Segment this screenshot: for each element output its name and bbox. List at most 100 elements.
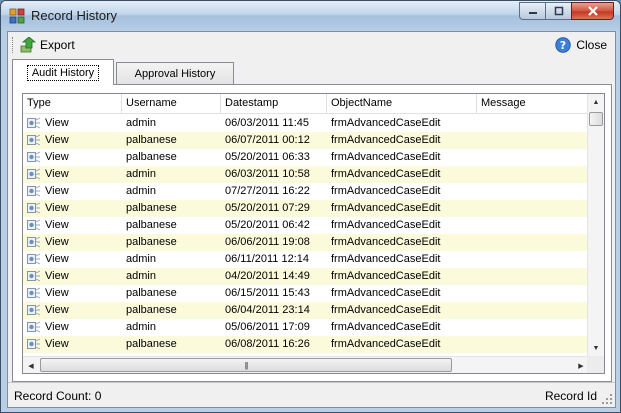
tab-approval-history[interactable]: Approval History [116, 62, 234, 84]
close-x-icon [587, 6, 598, 16]
cell-type: View [27, 185, 69, 197]
svg-text:?: ? [560, 39, 566, 52]
view-eye-icon [27, 219, 41, 231]
scroll-up-arrow-icon[interactable]: ▲ [588, 94, 604, 111]
table-row[interactable]: View palbanese 06/07/2011 00:12 frmAdvanced… [23, 132, 589, 149]
tab-audit-history[interactable]: Audit History [12, 59, 114, 85]
table-row[interactable]: View admin 07/27/2011 16:22 frmAdvancedCase… [23, 183, 589, 200]
grid-header: Type Username Datestamp ObjectName Messa… [23, 94, 589, 114]
cell-objectname: frmAdvancedCaseEdit [331, 151, 441, 163]
table-row[interactable]: View admin 05/06/2011 17:09 frmAdvancedCase… [23, 319, 589, 336]
column-header-username[interactable]: Username [122, 94, 221, 114]
cell-datestamp: 05/06/2011 17:09 [225, 321, 310, 333]
export-arrow-icon [20, 37, 36, 53]
cell-type: View [27, 117, 69, 129]
record-count: Record Count: 0 [14, 389, 102, 403]
cell-datestamp: 06/08/2011 16:26 [225, 338, 310, 350]
view-eye-icon [27, 202, 41, 214]
cell-type-text: View [45, 151, 69, 163]
table-row[interactable]: View admin 06/11/2011 12:14 frmAdvancedCase… [23, 251, 589, 268]
maximize-icon [554, 6, 563, 16]
table-row[interactable]: View palbanese 05/20/2011 06:33 frmAdvanced… [23, 149, 589, 166]
cell-datestamp: 06/07/2011 00:12 [225, 134, 310, 146]
table-row[interactable]: View palbanese 06/15/2011 15:43 frmAdvanced… [23, 285, 589, 302]
audit-grid: Type Username Datestamp ObjectName Messa… [22, 93, 605, 374]
table-row[interactable]: View admin 04/20/2011 14:49 frmAdvancedCase… [23, 268, 589, 285]
view-eye-icon [27, 185, 41, 197]
cell-type: View [27, 304, 69, 316]
cell-objectname: frmAdvancedCaseEdit [331, 236, 441, 248]
cell-datestamp: 06/04/2011 23:14 [225, 304, 310, 316]
cell-username: admin [126, 168, 156, 180]
cell-username: palbanese [126, 202, 177, 214]
cell-type: View [27, 134, 69, 146]
status-bar: Record Count: 0 Record Id [8, 382, 615, 407]
cell-objectname: frmAdvancedCaseEdit [331, 338, 441, 350]
view-eye-icon [27, 287, 41, 299]
vertical-scrollbar[interactable]: ▲ ▼ [587, 94, 604, 357]
audit-history-panel: Type Username Datestamp ObjectName Messa… [12, 84, 612, 382]
column-header-datestamp[interactable]: Datestamp [221, 94, 327, 114]
cell-username: admin [126, 270, 156, 282]
cell-type-text: View [45, 270, 69, 282]
cell-objectname: frmAdvancedCaseEdit [331, 134, 441, 146]
cell-username: palbanese [126, 134, 177, 146]
minimize-icon [528, 12, 537, 14]
scroll-left-arrow-icon[interactable]: ◀ [23, 357, 39, 373]
column-header-type[interactable]: Type [23, 94, 122, 114]
column-header-message[interactable]: Message [477, 94, 589, 114]
cell-type: View [27, 236, 69, 248]
cell-type-text: View [45, 202, 69, 214]
tab-strip: Audit History Approval History [12, 59, 612, 85]
cell-datestamp: 04/20/2011 14:49 [225, 270, 310, 282]
export-button[interactable]: Export [20, 35, 75, 55]
cell-datestamp: 05/20/2011 06:33 [225, 151, 310, 163]
cell-objectname: frmAdvancedCaseEdit [331, 202, 441, 214]
close-window-button[interactable] [571, 2, 614, 20]
cell-objectname: frmAdvancedCaseEdit [331, 270, 441, 282]
cell-objectname: frmAdvancedCaseEdit [331, 253, 441, 265]
cell-objectname: frmAdvancedCaseEdit [331, 185, 441, 197]
title-bar[interactable]: Record History [1, 1, 620, 31]
view-eye-icon [27, 236, 41, 248]
vertical-scroll-thumb[interactable] [589, 112, 603, 126]
horizontal-scroll-thumb[interactable]: ||| [40, 358, 452, 372]
table-row[interactable]: View admin 06/03/2011 10:58 frmAdvancedCase… [23, 166, 589, 183]
cell-username: palbanese [126, 287, 177, 299]
table-row[interactable]: View palbanese 05/20/2011 07:29 frmAdvanced… [23, 200, 589, 217]
view-eye-icon [27, 338, 41, 350]
cell-username: palbanese [126, 338, 177, 350]
cell-type: View [27, 219, 69, 231]
minimize-button[interactable] [519, 2, 545, 20]
view-eye-icon [27, 168, 41, 180]
table-row[interactable]: View palbanese 06/06/2011 19:08 frmAdvanced… [23, 234, 589, 251]
cell-type-text: View [45, 304, 69, 316]
table-row[interactable]: View admin 06/03/2011 11:45 frmAdvancedCase… [23, 115, 589, 132]
scroll-down-arrow-icon[interactable]: ▼ [588, 340, 604, 357]
cell-username: palbanese [126, 236, 177, 248]
cell-datestamp: 06/11/2011 12:14 [225, 253, 310, 265]
cell-type-text: View [45, 236, 69, 248]
table-row[interactable]: View palbanese 06/08/2011 16:26 frmAdvanced… [23, 336, 589, 353]
cell-type: View [27, 270, 69, 282]
help-icon[interactable]: ? [555, 37, 571, 53]
toolbar-grip[interactable] [12, 37, 14, 53]
cell-type-text: View [45, 185, 69, 197]
cell-type-text: View [45, 338, 69, 350]
table-row[interactable]: View palbanese 05/20/2011 06:42 frmAdvanced… [23, 217, 589, 234]
resize-grip-icon[interactable] [601, 393, 613, 405]
cell-type-text: View [45, 287, 69, 299]
cell-datestamp: 07/27/2011 16:22 [225, 185, 310, 197]
cell-datestamp: 06/06/2011 19:08 [225, 236, 310, 248]
horizontal-scrollbar[interactable]: ◀ ||| ▶ [23, 356, 589, 373]
maximize-button[interactable] [545, 2, 571, 20]
table-row[interactable]: View palbanese 06/04/2011 23:14 frmAdvanced… [23, 302, 589, 319]
cell-type: View [27, 321, 69, 333]
tab-audit-history-label: Audit History [26, 64, 100, 81]
view-eye-icon [27, 304, 41, 316]
column-header-objectname[interactable]: ObjectName [327, 94, 477, 114]
cell-objectname: frmAdvancedCaseEdit [331, 321, 441, 333]
close-button[interactable]: Close [576, 38, 607, 52]
view-eye-icon [27, 321, 41, 333]
cell-objectname: frmAdvancedCaseEdit [331, 287, 441, 299]
